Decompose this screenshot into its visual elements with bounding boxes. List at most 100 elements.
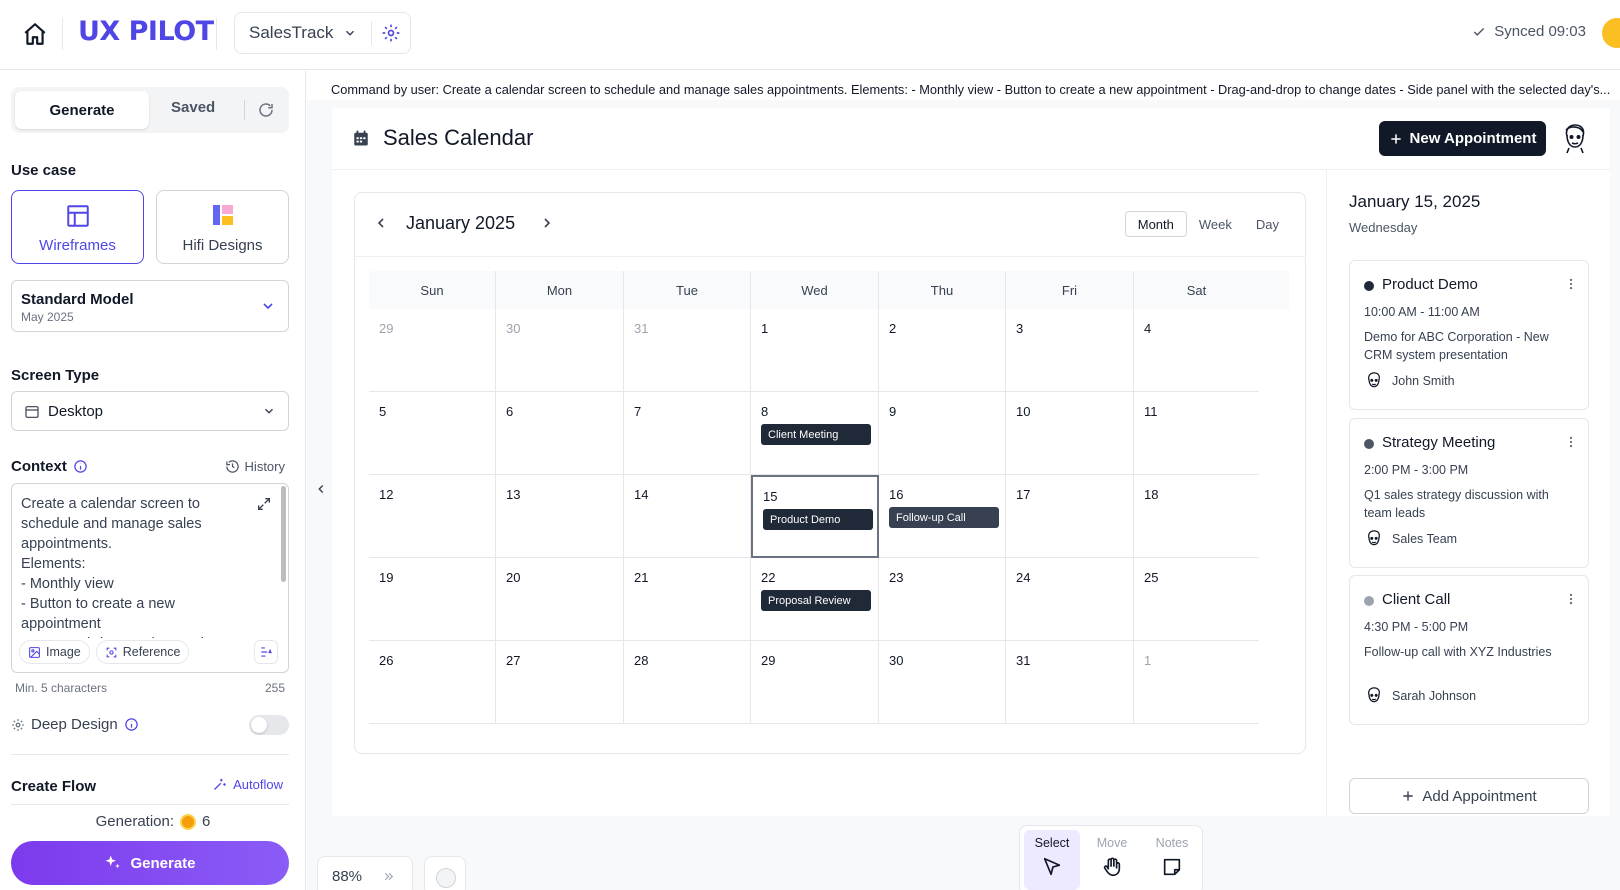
calendar-day[interactable]: 4 [1134, 309, 1259, 392]
weekday-tue: Tue [624, 271, 751, 309]
calendar-day[interactable]: 3 [1006, 309, 1134, 392]
tab-generate[interactable]: Generate [15, 91, 149, 129]
use-case-hifi[interactable]: Hifi Designs [156, 190, 289, 264]
generated-screen[interactable]: Sales Calendar New Appointment January 2… [332, 108, 1610, 816]
appointment-title: Strategy Meeting [1382, 434, 1496, 451]
calendar-day[interactable]: 14 [624, 475, 751, 558]
calendar-day[interactable]: 19 [369, 558, 496, 641]
appointment-card[interactable]: Product Demo 10:00 AM - 11:00 AM Demo for … [1349, 260, 1589, 410]
calendar-day[interactable]: 9 [879, 392, 1006, 475]
tab-saved[interactable]: Saved [171, 99, 215, 116]
calendar-day[interactable]: 24 [1006, 558, 1134, 641]
calendar-day[interactable]: 2 [879, 309, 1006, 392]
view-day-button[interactable]: Day [1244, 211, 1291, 237]
more-vertical-icon[interactable] [1564, 435, 1578, 449]
expand-icon[interactable] [256, 496, 272, 512]
calendar-day[interactable]: 22 Proposal Review [751, 558, 879, 641]
more-vertical-icon[interactable] [1564, 592, 1578, 606]
calendar-day[interactable]: 1 [751, 309, 879, 392]
calendar-event[interactable]: Proposal Review [761, 590, 871, 611]
chevrons-right-icon[interactable] [382, 870, 395, 883]
enhance-prompt-icon[interactable] [254, 640, 278, 664]
info-icon[interactable] [124, 717, 139, 732]
notes-tool[interactable]: Notes [1144, 830, 1200, 890]
new-appointment-button[interactable]: New Appointment [1379, 121, 1546, 156]
day-number: 14 [634, 487, 649, 502]
calendar-day[interactable]: 11 [1134, 392, 1259, 475]
calendar-day[interactable]: 23 [879, 558, 1006, 641]
avatar[interactable] [1560, 122, 1590, 154]
calendar-day[interactable]: 29 [751, 641, 879, 724]
calendar-day[interactable]: 26 [369, 641, 496, 724]
calendar-day[interactable]: 20 [496, 558, 624, 641]
calendar-day[interactable]: 18 [1134, 475, 1259, 558]
autoflow-button[interactable]: Autoflow [212, 777, 283, 792]
move-tool[interactable]: Move [1084, 830, 1140, 890]
calendar-day[interactable]: 27 [496, 641, 624, 724]
calendar-day[interactable]: 10 [1006, 392, 1134, 475]
more-vertical-icon[interactable] [1564, 277, 1578, 291]
divider [371, 21, 372, 45]
calendar-day[interactable]: 25 [1134, 558, 1259, 641]
sparkle-icon [104, 854, 122, 872]
appointment-card[interactable]: Client Call 4:30 PM - 5:00 PM Follow-up ca… [1349, 575, 1589, 725]
calendar-event[interactable]: Follow-up Call [889, 507, 999, 528]
calendar-day[interactable]: 6 [496, 392, 624, 475]
context-textarea[interactable]: Create a calendar screen to schedule and… [11, 483, 289, 673]
calendar-day[interactable]: 5 [369, 392, 496, 475]
history-button[interactable]: History [225, 459, 285, 474]
calendar-day[interactable]: 1 [1134, 641, 1259, 724]
calendar-day[interactable]: 15 Product Demo [751, 475, 879, 558]
weekday-sun: Sun [369, 271, 496, 309]
context-text[interactable]: Create a calendar screen to schedule and… [21, 494, 251, 638]
notes-tool-label: Notes [1155, 836, 1189, 850]
calendar-day[interactable]: 29 [369, 309, 496, 392]
weekday-mon: Mon [496, 271, 624, 309]
chevron-down-icon [343, 26, 357, 40]
calendar-day[interactable]: 30 [879, 641, 1006, 724]
zoom-control[interactable]: 88% [317, 856, 413, 890]
reference-button[interactable]: Reference [95, 640, 190, 664]
home-icon[interactable] [22, 21, 48, 47]
generation-label: Generation: [95, 813, 175, 830]
calendar-event[interactable]: Client Meeting [761, 424, 871, 445]
calendar-day[interactable]: 16 Follow-up Call [879, 475, 1006, 558]
select-tool[interactable]: Select [1024, 830, 1080, 890]
chevron-left-icon[interactable] [373, 215, 389, 231]
calendar-day[interactable]: 30 [496, 309, 624, 392]
user-avatar[interactable] [1602, 18, 1620, 48]
calendar-day[interactable]: 31 [624, 309, 751, 392]
use-case-wireframes[interactable]: Wireframes [11, 190, 144, 264]
model-date: May 2025 [21, 310, 74, 324]
month-grid: Sun Mon Tue Wed Thu Fri Sat 29 30 31 1 2 3 4 5 6 7 8 Clie… [369, 271, 1289, 741]
project-selector[interactable]: SalesTrack [234, 12, 411, 54]
generate-button[interactable]: Generate [11, 841, 289, 885]
view-week-button[interactable]: Week [1187, 211, 1244, 237]
calendar-day[interactable]: 28 [624, 641, 751, 724]
gear-icon[interactable] [381, 23, 401, 43]
model-name: Standard Model [21, 291, 134, 308]
calendar-day[interactable]: 31 [1006, 641, 1134, 724]
calendar-day[interactable]: 13 [496, 475, 624, 558]
deep-design-toggle[interactable] [249, 715, 289, 735]
calendar-day[interactable]: 21 [624, 558, 751, 641]
calendar-day[interactable]: 8 Client Meeting [751, 392, 879, 475]
appointment-title: Client Call [1382, 591, 1451, 608]
color-mode-button[interactable] [424, 856, 466, 890]
calendar-day[interactable]: 12 [369, 475, 496, 558]
appointment-card[interactable]: Strategy Meeting 2:00 PM - 3:00 PM Q1 sale… [1349, 418, 1589, 568]
model-dropdown[interactable]: Standard Model May 2025 [11, 280, 289, 332]
calendar-event[interactable]: Product Demo [763, 509, 873, 530]
image-button[interactable]: Image [19, 640, 90, 664]
chevron-right-icon[interactable] [539, 215, 555, 231]
screen-type-dropdown[interactable]: Desktop [11, 391, 289, 431]
use-case-label: Use case [11, 162, 77, 179]
calendar-day[interactable]: 17 [1006, 475, 1134, 558]
calendar-day[interactable]: 7 [624, 392, 751, 475]
collapse-panel-icon[interactable] [314, 482, 328, 496]
scrollbar[interactable] [281, 486, 286, 582]
add-appointment-button[interactable]: Add Appointment [1349, 778, 1589, 814]
info-icon[interactable] [73, 459, 88, 474]
refresh-icon[interactable] [257, 101, 275, 119]
view-month-button[interactable]: Month [1124, 211, 1187, 237]
